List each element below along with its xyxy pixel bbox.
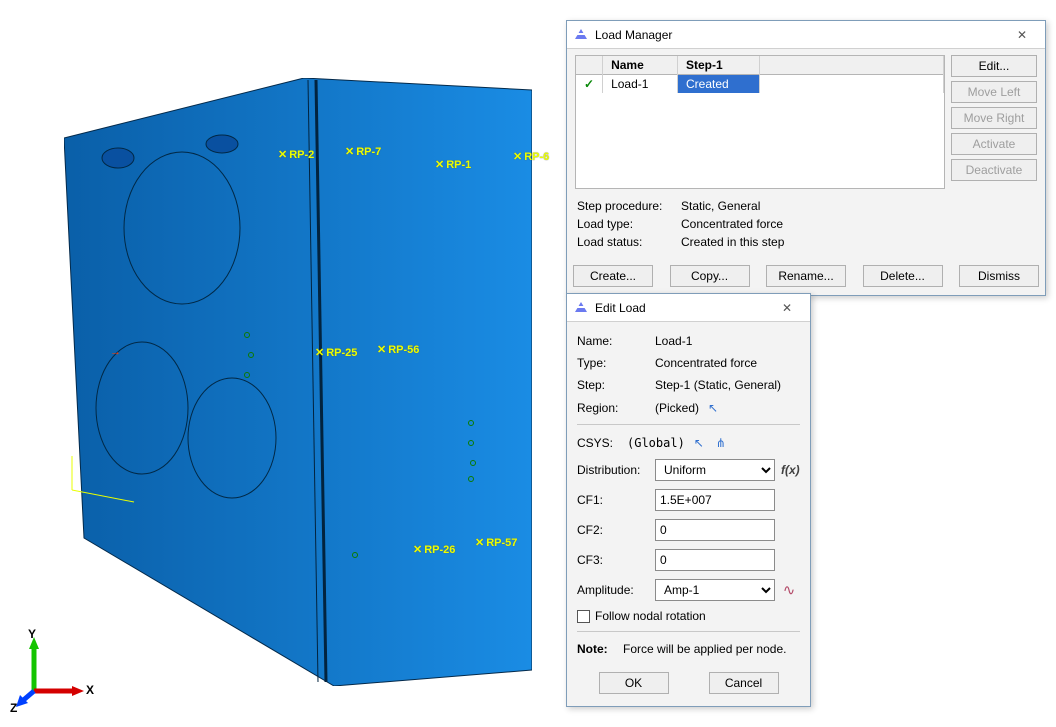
- deactivate-button: Deactivate: [951, 159, 1037, 181]
- reference-point-rp-57[interactable]: RP-57: [475, 536, 517, 549]
- axis-label-z: Z: [10, 701, 17, 715]
- name-value: Load-1: [655, 334, 692, 348]
- reference-point-rp-6[interactable]: RP-6: [513, 150, 549, 163]
- rename-button[interactable]: Rename...: [766, 265, 846, 287]
- amplitude-label: Amplitude:: [577, 583, 649, 597]
- delete-button[interactable]: Delete...: [863, 265, 943, 287]
- cf1-label: CF1:: [577, 493, 649, 507]
- titlebar[interactable]: Load Manager ✕: [567, 21, 1045, 49]
- reference-point-rp-7[interactable]: RP-7: [345, 145, 381, 158]
- app-icon: [573, 27, 589, 43]
- row-check-icon: ✓: [576, 75, 603, 94]
- row-step1: Created: [677, 75, 759, 94]
- distribution-select[interactable]: Uniform: [655, 459, 775, 481]
- loads-table[interactable]: Name Step-1 ✓Load-1Created: [575, 55, 945, 189]
- move-left-button: Move Left: [951, 81, 1037, 103]
- ok-button[interactable]: OK: [599, 672, 669, 694]
- mesh-node: [244, 332, 250, 338]
- copy-button[interactable]: Copy...: [670, 265, 750, 287]
- mesh-node: [352, 552, 358, 558]
- follow-rotation-checkbox[interactable]: Follow nodal rotation: [577, 609, 706, 623]
- load-arrow: →: [110, 346, 121, 358]
- axis-label-x: X: [86, 683, 94, 697]
- create-csys-icon[interactable]: ⋔: [713, 435, 729, 451]
- type-label: Type:: [577, 356, 649, 370]
- mesh-node: [468, 476, 474, 482]
- move-right-button: Move Right: [951, 107, 1037, 129]
- reference-point-rp-25[interactable]: RP-25: [315, 346, 357, 359]
- note-text: Force will be applied per node.: [623, 642, 786, 656]
- side-buttons: Edit... Move Left Move Right Activate Deacti…: [951, 55, 1037, 189]
- title-text: Edit Load: [595, 301, 770, 315]
- load-manager-dialog: Load Manager ✕ Name Step-1 ✓Load-1Create…: [566, 20, 1046, 296]
- region-label: Region:: [577, 401, 649, 415]
- mesh-node: [468, 420, 474, 426]
- activate-button: Activate: [951, 133, 1037, 155]
- fx-icon[interactable]: f(x): [781, 463, 800, 477]
- csys-value: (Global): [627, 436, 685, 450]
- cf2-input[interactable]: [655, 519, 775, 541]
- distribution-label: Distribution:: [577, 463, 649, 477]
- type-value: Concentrated force: [655, 356, 757, 370]
- create-button[interactable]: Create...: [573, 265, 653, 287]
- mesh-node: [248, 352, 254, 358]
- dismiss-button[interactable]: Dismiss: [959, 265, 1039, 287]
- cf2-label: CF2:: [577, 523, 649, 537]
- pick-region-icon[interactable]: ↖: [705, 400, 721, 416]
- amplitude-select[interactable]: Amp-1: [655, 579, 775, 601]
- cf3-label: CF3:: [577, 553, 649, 567]
- step-label: Step:: [577, 378, 649, 392]
- name-label: Name:: [577, 334, 649, 348]
- titlebar[interactable]: Edit Load ✕: [567, 294, 810, 322]
- axis-triad: Y X Z: [14, 633, 94, 713]
- mesh-node: [470, 460, 476, 466]
- load-status-value: Created in this step: [681, 235, 784, 249]
- load-type-value: Concentrated force: [681, 217, 783, 231]
- col-step1[interactable]: Step-1: [677, 56, 759, 75]
- step-procedure-value: Static, General: [681, 199, 760, 213]
- step-value: Step-1 (Static, General): [655, 378, 781, 392]
- edit-button[interactable]: Edit...: [951, 55, 1037, 77]
- cf3-input[interactable]: [655, 549, 775, 571]
- reference-point-rp-26[interactable]: RP-26: [413, 543, 455, 556]
- close-icon[interactable]: ✕: [1005, 28, 1039, 42]
- step-procedure-label: Step procedure:: [577, 199, 681, 213]
- amplitude-plot-icon[interactable]: ∿: [781, 582, 797, 598]
- pick-csys-icon[interactable]: ↖: [691, 435, 707, 451]
- follow-rotation-label: Follow nodal rotation: [595, 609, 706, 623]
- table-row[interactable]: ✓Load-1Created: [576, 75, 944, 94]
- note-label: Note:: [577, 642, 608, 656]
- axis-label-y: Y: [28, 627, 36, 641]
- row-name: Load-1: [603, 75, 678, 94]
- edit-load-dialog: Edit Load ✕ Name: Load-1 Type: Concentrate…: [566, 293, 811, 707]
- load-type-label: Load type:: [577, 217, 681, 231]
- region-value: (Picked): [655, 401, 699, 415]
- app-icon: [573, 300, 589, 316]
- title-text: Load Manager: [595, 28, 1005, 42]
- reference-point-rp-1[interactable]: RP-1: [435, 158, 471, 171]
- reference-point-rp-56[interactable]: RP-56: [377, 343, 419, 356]
- reference-point-rp-2[interactable]: RP-2: [278, 148, 314, 161]
- mesh-node: [244, 372, 250, 378]
- csys-label: CSYS:: [577, 436, 621, 450]
- viewport-3d[interactable]: → RP-2 RP-7 RP-1 RP-6 RP-25 RP-56 RP-26 RP-57 Y…: [0, 0, 560, 727]
- mesh-node: [468, 440, 474, 446]
- close-icon[interactable]: ✕: [770, 301, 804, 315]
- load-status-label: Load status:: [577, 235, 681, 249]
- cf1-input[interactable]: [655, 489, 775, 511]
- cancel-button[interactable]: Cancel: [709, 672, 779, 694]
- col-name[interactable]: Name: [603, 56, 678, 75]
